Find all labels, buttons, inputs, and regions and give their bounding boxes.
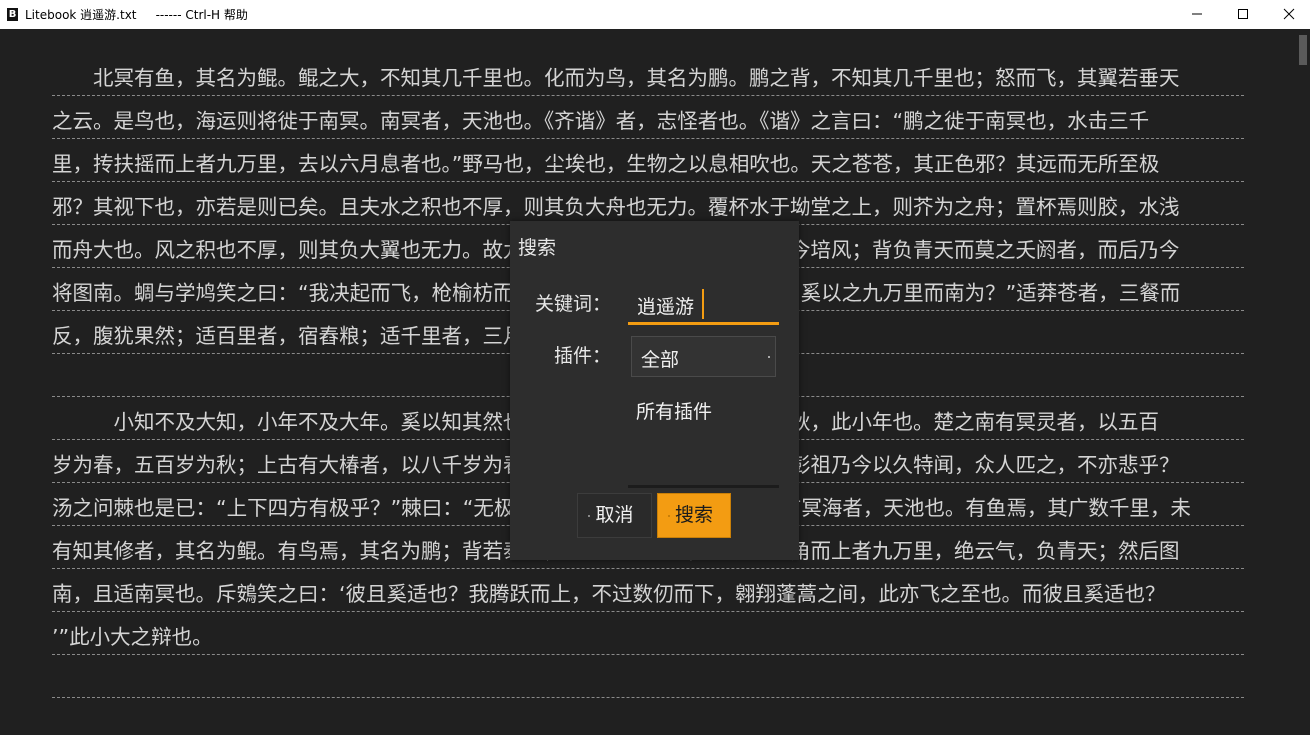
keyword-label: 关键词：	[535, 293, 612, 315]
maximize-button[interactable]	[1220, 0, 1266, 29]
title-bar: B Litebook 逍遥游.txt ------ Ctrl-H 帮助	[0, 0, 1310, 29]
cancel-button[interactable]: 取消	[577, 493, 652, 538]
plugin-option-all[interactable]: 所有插件	[636, 397, 712, 424]
text-line: 南，且适南冥也。斥鴳笑之曰：‘彼且奚适也？我腾跃而上，不过数仞而下，翱翔蓬蒿之间…	[52, 568, 1244, 612]
search-dialog: 搜索 关键词： 逍遥游 插件： 全部 所有插件 取消 搜索	[510, 221, 799, 560]
keyword-value: 逍遥游	[637, 296, 695, 318]
dropdown-arrow-icon	[768, 356, 770, 358]
dropdown-list-edge	[628, 485, 779, 488]
vertical-scrollbar[interactable]	[1296, 29, 1310, 735]
text-line: 北冥有鱼，其名为鲲。鲲之大，不知其几千里也。化而为鸟，其名为鹏。鹏之背，不知其几…	[52, 52, 1244, 96]
text-line: 里，抟扶摇而上者九万里，去以六月息者也。”野马也，尘埃也，生物之以息相吹也。天之…	[52, 138, 1244, 182]
plugin-select[interactable]: 全部	[631, 336, 776, 377]
text-caret	[702, 289, 704, 319]
scrollbar-thumb[interactable]	[1299, 35, 1307, 65]
close-icon	[1283, 8, 1295, 20]
plugin-selected-value: 全部	[641, 349, 680, 371]
minimize-icon	[1192, 13, 1202, 15]
app-icon: B	[7, 8, 18, 21]
text-line	[52, 654, 1244, 698]
text-line: ’”此小大之辩也。	[52, 611, 1244, 655]
text-line: 之云。是鸟也，海运则将徙于南冥。南冥者，天池也。《齐谐》者，志怪者也。《谐》之言…	[52, 95, 1244, 139]
focus-marker	[588, 515, 590, 517]
dialog-title: 搜索	[518, 237, 557, 259]
minimize-button[interactable]	[1174, 0, 1220, 29]
plugin-label: 插件：	[554, 345, 612, 367]
search-button[interactable]: 搜索	[657, 493, 731, 538]
maximize-icon	[1238, 9, 1248, 19]
close-button[interactable]	[1266, 0, 1310, 29]
window-title: Litebook 逍遥游.txt ------ Ctrl-H 帮助	[25, 8, 248, 22]
text-line: 邪？其视下也，亦若是则已矣。且夫水之积也不厚，则其负大舟也无力。覆杯水于坳堂之上…	[52, 181, 1244, 225]
focus-marker	[668, 515, 670, 517]
